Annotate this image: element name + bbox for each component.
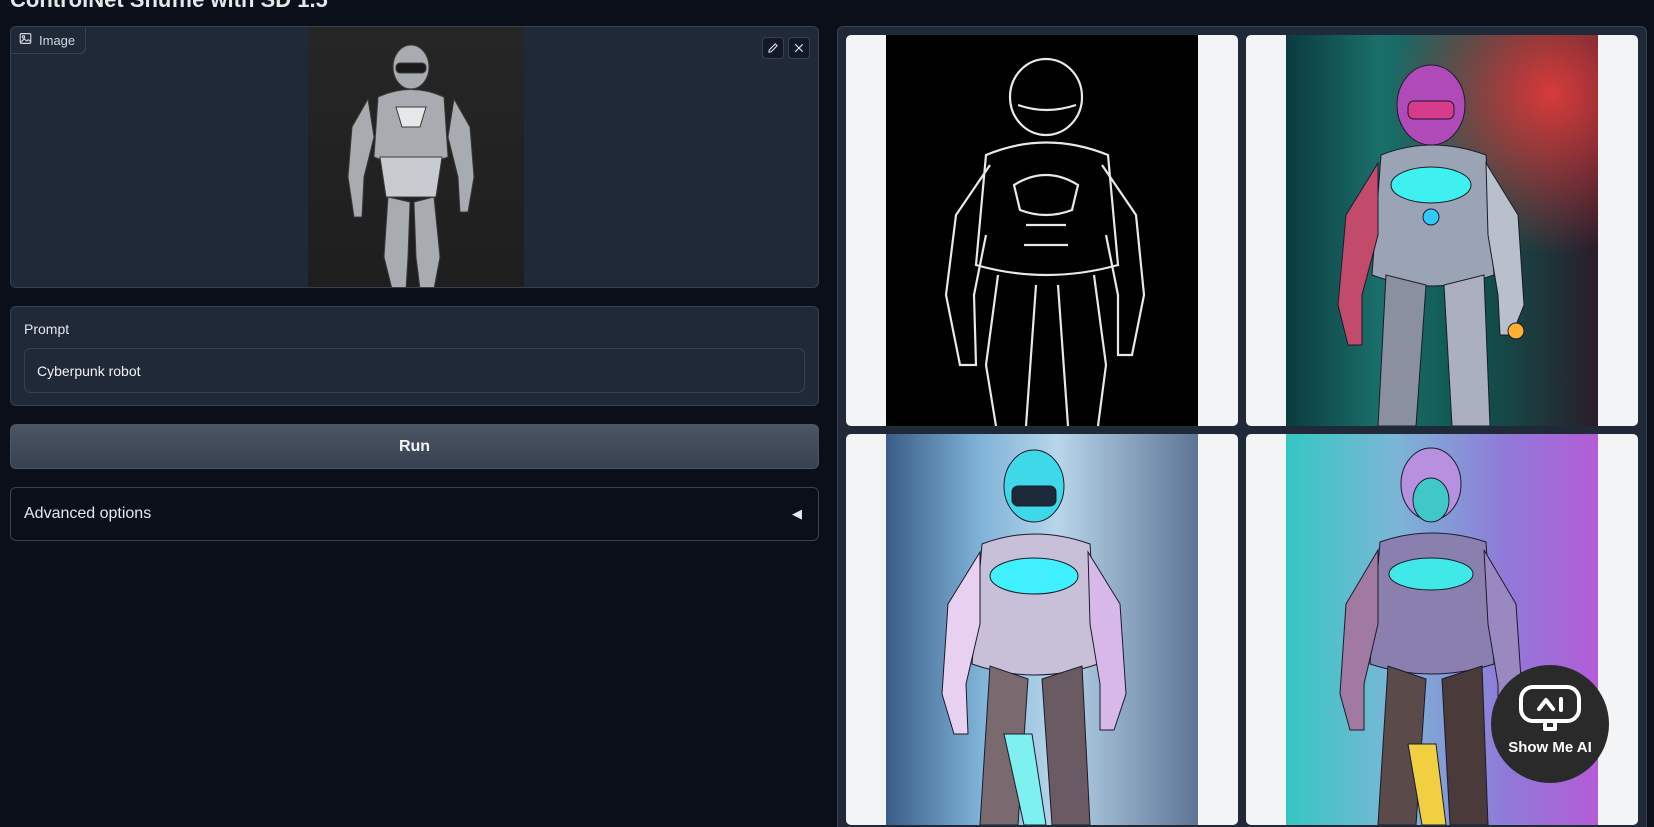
image-block-label: Image <box>11 27 87 54</box>
input-robot-image <box>308 27 524 287</box>
edit-button[interactable] <box>762 37 784 59</box>
show-me-ai-badge[interactable]: Show Me AI <box>1491 665 1609 783</box>
caret-left-icon: ◀ <box>792 506 802 521</box>
image-icon <box>19 32 32 48</box>
close-icon <box>794 43 804 53</box>
generated-robot-image-1 <box>1286 35 1598 426</box>
edit-icon <box>768 43 778 53</box>
gallery-item-1[interactable] <box>846 35 1238 426</box>
prompt-panel: Prompt <box>10 306 819 406</box>
prompt-input[interactable] <box>24 348 805 393</box>
image-tools <box>762 37 810 59</box>
clear-image-button[interactable] <box>788 37 810 59</box>
robot-face-icon <box>1519 684 1581 731</box>
advanced-options-accordion[interactable]: Advanced options ◀ <box>10 487 819 541</box>
gallery-item-2[interactable] <box>1246 35 1638 426</box>
prompt-label: Prompt <box>24 321 70 337</box>
advanced-options-label: Advanced options <box>24 505 152 522</box>
page-title: ControlNet Shuffle with SD 1.5 <box>10 0 328 13</box>
image-label-text: Image <box>39 32 76 48</box>
control-edge-image <box>886 35 1198 426</box>
show-me-ai-text: Show Me AI <box>1508 738 1592 756</box>
run-button[interactable]: Run <box>10 424 819 469</box>
app-page: ControlNet Shuffle with SD 1.5 Image <box>0 0 1654 827</box>
gallery-item-3[interactable] <box>846 434 1238 825</box>
image-input-panel[interactable]: Image <box>10 26 819 288</box>
generated-robot-image-2 <box>886 434 1198 825</box>
